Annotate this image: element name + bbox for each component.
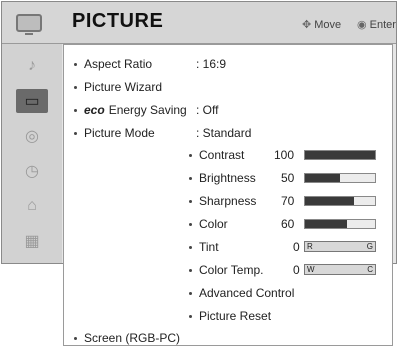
menu-item-tint[interactable]: Tint (189, 240, 219, 254)
option-icon[interactable]: ▦ (16, 229, 48, 253)
audio-icon[interactable]: ◎ (16, 124, 48, 148)
menu-item-sharpness[interactable]: Sharpness (189, 194, 256, 208)
tint-value: 0 (293, 240, 300, 254)
menu-item-picture-wizard[interactable]: Picture Wizard (74, 80, 162, 94)
color-temp-scale[interactable]: WC (304, 264, 376, 275)
sharpness-slider[interactable] (304, 196, 376, 206)
clock-icon[interactable]: ◷ (16, 159, 48, 183)
contrast-slider[interactable] (304, 150, 376, 160)
color-slider[interactable] (304, 219, 376, 229)
brightness-value: 50 (281, 171, 295, 185)
aspect-ratio-value: : 16:9 (196, 57, 227, 71)
menu-item-screen[interactable]: Screen (RGB-PC) (74, 331, 180, 345)
category-sidebar: ♪ ▭ ◎ ◷ ⌂ ▦ (2, 44, 62, 263)
move-hint: ✥ Move (302, 19, 342, 31)
dpad-icon: ✥ (302, 19, 312, 31)
ok-icon: ◉ (357, 19, 367, 31)
sharpness-value: 70 (281, 194, 295, 208)
picture-menu-panel: Aspect Ratio : 16:9 Picture Wizard eco En… (63, 44, 393, 346)
enter-hint: ◉ Enter (357, 19, 396, 31)
tv-icon (16, 14, 42, 35)
color-temp-value: 0 (293, 263, 300, 277)
menu-item-color[interactable]: Color (189, 217, 228, 231)
menu-item-color-temp[interactable]: Color Temp. (189, 263, 263, 277)
contrast-value: 100 (274, 148, 295, 162)
menu-item-brightness[interactable]: Brightness (189, 171, 256, 185)
lock-icon[interactable]: ⌂ (16, 194, 48, 218)
picture-icon[interactable]: ▭ (16, 89, 48, 113)
menu-item-picture-mode[interactable]: Picture Mode (74, 126, 155, 140)
speaker-icon[interactable]: ♪ (16, 54, 48, 78)
menu-header: PICTURE ✥ Move ◉ Enter (2, 2, 396, 44)
menu-item-contrast[interactable]: Contrast (189, 148, 244, 162)
energy-icon: eco (84, 103, 105, 117)
menu-item-aspect-ratio[interactable]: Aspect Ratio (74, 57, 152, 71)
menu-item-picture-reset[interactable]: Picture Reset (189, 309, 271, 323)
menu-item-energy-saving[interactable]: eco Energy Saving (74, 103, 187, 117)
color-value: 60 (281, 217, 295, 231)
picture-mode-value: : Standard (196, 126, 252, 140)
energy-saving-value: : Off (196, 103, 219, 117)
tint-scale[interactable]: RG (304, 241, 376, 252)
brightness-slider[interactable] (304, 173, 376, 183)
page-title: PICTURE (72, 10, 164, 32)
menu-item-advanced-control[interactable]: Advanced Control (189, 286, 294, 300)
